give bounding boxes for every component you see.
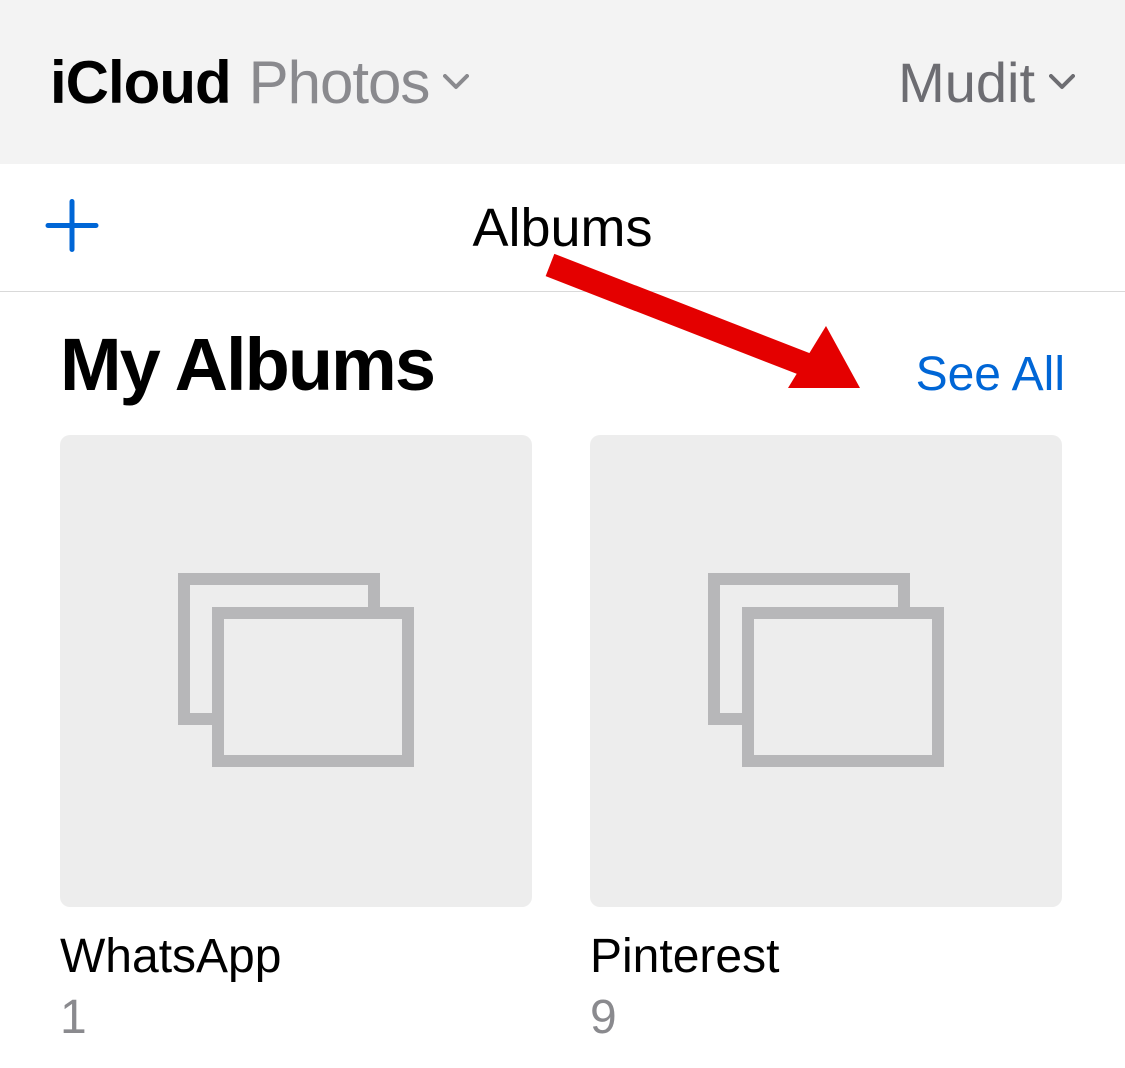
section-label: Photos: [249, 48, 430, 117]
brand-name: iCloud: [50, 48, 231, 117]
user-dropdown[interactable]: Mudit: [898, 50, 1075, 115]
subheader: Albums: [0, 164, 1125, 292]
chevron-down-icon: [1049, 74, 1075, 90]
chevron-down-icon: [443, 74, 469, 90]
album-card[interactable]: Pinterest 9: [590, 435, 1062, 1045]
user-name: Mudit: [898, 50, 1035, 115]
top-bar: iCloud Photos Mudit: [0, 0, 1125, 164]
album-count: 9: [590, 990, 1062, 1045]
album-card[interactable]: WhatsApp 1: [60, 435, 532, 1045]
see-all-link[interactable]: See All: [916, 347, 1065, 402]
plus-icon: [44, 197, 100, 253]
albums-grid: WhatsApp 1 Pinterest 9: [60, 435, 1065, 1045]
album-count: 1: [60, 990, 532, 1045]
page-title: Albums: [472, 197, 652, 259]
album-name: WhatsApp: [60, 929, 532, 984]
add-album-button[interactable]: [44, 197, 100, 258]
album-placeholder-icon: [706, 571, 946, 771]
album-name: Pinterest: [590, 929, 1062, 984]
content: My Albums See All WhatsApp 1 Pinterest 9: [0, 292, 1125, 1045]
section-header-row: My Albums See All: [60, 322, 1065, 407]
album-thumbnail: [60, 435, 532, 907]
brand-group: iCloud Photos: [50, 48, 469, 117]
album-placeholder-icon: [176, 571, 416, 771]
section-heading: My Albums: [60, 322, 434, 407]
section-dropdown[interactable]: Photos: [249, 48, 470, 117]
album-thumbnail: [590, 435, 1062, 907]
